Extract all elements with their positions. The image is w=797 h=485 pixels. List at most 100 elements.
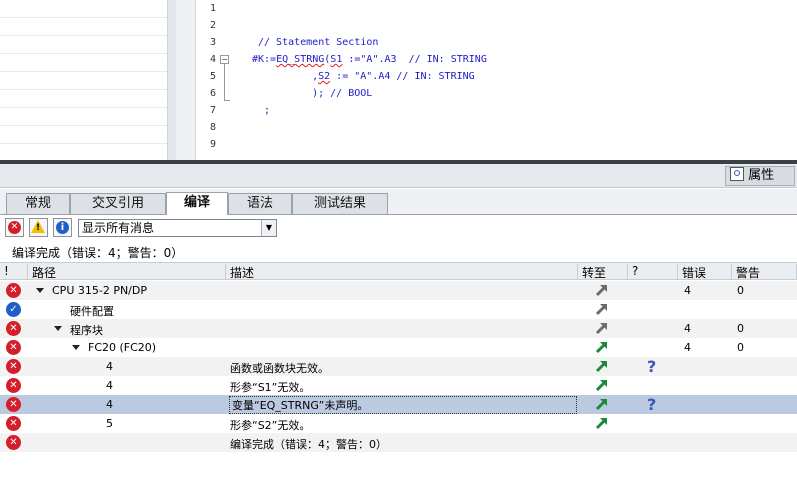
- chevron-down-icon[interactable]: ▼: [261, 220, 276, 236]
- help-icon[interactable]: ?: [647, 395, 656, 414]
- fold-line: [224, 64, 225, 100]
- line-numbers: 1 2 3 4 5 6 7 8 9: [196, 0, 218, 160]
- filter-errors-button[interactable]: ✕: [5, 218, 24, 237]
- message-toolbar: ✕ ! i 显示所有消息 ▼: [0, 215, 797, 241]
- column-header-errors[interactable]: 错误: [678, 264, 732, 280]
- table-row[interactable]: ✕ 5 形参“S2”无效。: [0, 414, 797, 433]
- table-row[interactable]: ✕ 程序块 4 0: [0, 319, 797, 338]
- goto-arrow-icon[interactable]: [595, 340, 609, 354]
- table-row[interactable]: ✕ 编译完成（错误：4；警告：0）: [0, 433, 797, 452]
- row-path: 4: [106, 360, 113, 373]
- line-number: 8: [209, 122, 216, 133]
- goto-arrow-icon[interactable]: [595, 321, 609, 335]
- error-icon: ✕: [6, 359, 21, 374]
- column-header-warnings[interactable]: 警告: [732, 264, 797, 280]
- filter-warnings-button[interactable]: !: [29, 218, 48, 237]
- code-line-4: #K:=EQ_STRNG(S1 :="A".A3 // IN: STRING: [252, 54, 487, 65]
- fold-toggle-icon[interactable]: −: [220, 55, 229, 64]
- info-icon: i: [56, 221, 69, 234]
- table-row[interactable]: ✕ CPU 315-2 PN/DP 4 0: [0, 281, 797, 300]
- line-number: 6: [209, 88, 216, 99]
- expand-toggle-icon[interactable]: [54, 326, 62, 331]
- tab-test-results[interactable]: 测试结果: [292, 193, 388, 214]
- code-token-error: S1: [330, 54, 343, 65]
- tree-row[interactable]: [0, 36, 167, 54]
- code-comment: // Statement Section: [258, 37, 379, 48]
- row-errors: 4: [684, 322, 691, 335]
- goto-arrow-icon[interactable]: [595, 359, 609, 373]
- tab-compile[interactable]: 编译: [166, 192, 228, 215]
- error-icon: ✕: [6, 321, 21, 336]
- tree-row[interactable]: [0, 0, 167, 18]
- goto-arrow-icon[interactable]: [595, 302, 609, 316]
- code-line-7: ;: [264, 105, 271, 116]
- message-table-header: ! 路径 描述 转至 ? 错误 警告: [0, 262, 797, 280]
- fold-line-end: [224, 100, 230, 101]
- error-icon: ✕: [6, 340, 21, 355]
- tree-row[interactable]: [0, 54, 167, 72]
- row-warnings: 0: [737, 284, 744, 297]
- row-errors: 4: [684, 284, 691, 297]
- row-description: 形参“S1”无效。: [230, 381, 311, 394]
- tree-row[interactable]: [0, 18, 167, 36]
- goto-arrow-icon[interactable]: [595, 283, 609, 297]
- message-filter-value: 显示所有消息: [82, 221, 155, 235]
- error-icon: ✕: [6, 378, 21, 393]
- column-header-status[interactable]: !: [0, 264, 28, 280]
- properties-button[interactable]: 属性: [725, 166, 795, 186]
- line-number: 1: [209, 3, 216, 14]
- row-warnings: 0: [737, 341, 744, 354]
- goto-arrow-icon[interactable]: [595, 378, 609, 392]
- project-tree-pane[interactable]: [0, 0, 168, 160]
- table-row[interactable]: ✕ 4 形参“S1”无效。: [0, 376, 797, 395]
- column-header-help[interactable]: ?: [628, 264, 678, 280]
- properties-icon: [730, 167, 744, 181]
- code-line-5: ,S2 := "A".A4 // IN: STRING: [288, 71, 475, 82]
- code-token-error: S2: [318, 71, 331, 82]
- table-row[interactable]: ✕ FC20 (FC20) 4 0: [0, 338, 797, 357]
- row-warnings: 0: [737, 322, 744, 335]
- row-errors: 4: [684, 341, 691, 354]
- expand-toggle-icon[interactable]: [72, 345, 80, 350]
- table-row[interactable]: ✓ 硬件配置: [0, 300, 797, 319]
- column-header-path[interactable]: 路径: [28, 264, 226, 280]
- row-path: 硬件配置: [70, 305, 114, 318]
- filter-info-button[interactable]: i: [53, 218, 72, 237]
- column-header-goto[interactable]: 转至: [578, 264, 628, 280]
- error-icon: ✕: [6, 435, 21, 450]
- tab-syntax[interactable]: 语法: [228, 193, 292, 214]
- pane-splitter[interactable]: [168, 0, 176, 160]
- message-filter-select[interactable]: 显示所有消息 ▼: [78, 219, 277, 237]
- help-icon[interactable]: ?: [647, 357, 656, 376]
- line-number: 3: [209, 37, 216, 48]
- table-row[interactable]: ✕ 4 变量“EQ_STRNG”未声明。?: [0, 395, 797, 414]
- column-header-description[interactable]: 描述: [226, 264, 578, 280]
- row-description: 函数或函数块无效。: [230, 362, 329, 375]
- code-editor[interactable]: − // Statement Section #K:=EQ_STRNG(S1 :…: [218, 0, 797, 160]
- line-number: 4: [209, 54, 216, 65]
- compile-summary: 编译完成（错误：4；警告：0）: [12, 246, 184, 260]
- tree-row[interactable]: [0, 108, 167, 126]
- tab-general[interactable]: 常规: [6, 193, 70, 214]
- goto-arrow-icon[interactable]: [595, 397, 609, 411]
- code-token-error: EQ_STRNG: [276, 54, 325, 65]
- expand-toggle-icon[interactable]: [36, 288, 44, 293]
- row-path: 4: [106, 398, 113, 411]
- row-description: 变量“EQ_STRNG”未声明。: [229, 396, 577, 414]
- inspector-tabs: 常规 交叉引用 编译 语法 测试结果: [0, 189, 797, 215]
- row-description: 编译完成（错误：4；警告：0）: [230, 438, 387, 451]
- message-table-body: ✕ CPU 315-2 PN/DP 4 0 ✓ 硬件配置 ✕ 程序块 4 0 ✕ FC20 (FC20…: [0, 281, 797, 461]
- line-number: 5: [209, 71, 216, 82]
- table-row[interactable]: ✕ 4 函数或函数块无效。?: [0, 357, 797, 376]
- code-token: ,: [288, 71, 319, 82]
- code-line-6: ); // BOOL: [288, 88, 373, 99]
- success-icon: ✓: [6, 302, 21, 317]
- tree-row[interactable]: [0, 72, 167, 90]
- tab-cross-reference[interactable]: 交叉引用: [70, 193, 166, 214]
- goto-arrow-icon[interactable]: [595, 416, 609, 430]
- line-number: 9: [209, 139, 216, 150]
- row-path: 程序块: [70, 324, 103, 337]
- tree-row[interactable]: [0, 126, 167, 144]
- tree-row[interactable]: [0, 90, 167, 108]
- row-path: 5: [106, 417, 113, 430]
